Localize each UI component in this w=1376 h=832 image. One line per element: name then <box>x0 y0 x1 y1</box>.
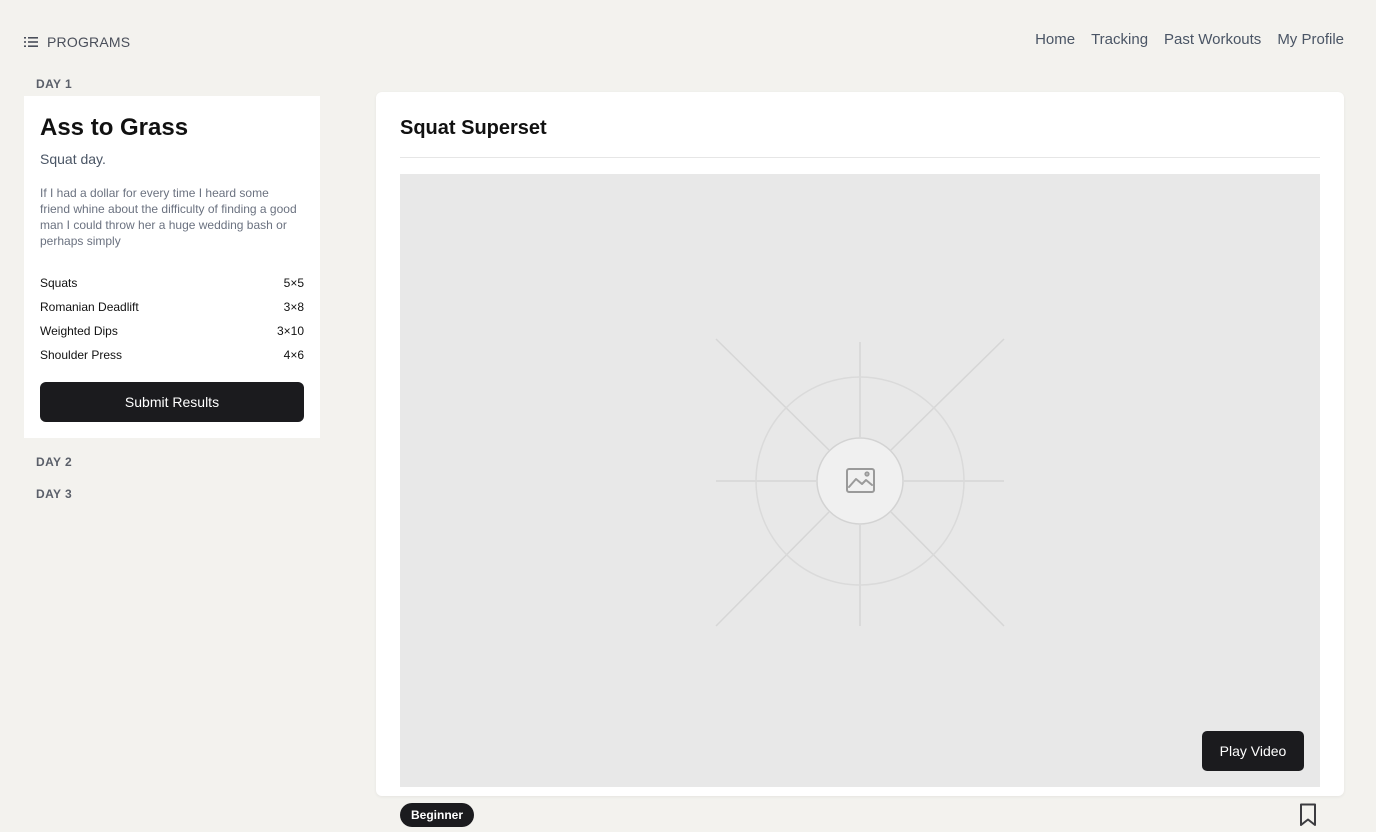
exercise-detail-card: Squat Superset Play Video <box>376 92 1344 796</box>
main-nav: Home Tracking Past Workouts My Profile <box>1035 31 1344 48</box>
exercise-row: Romanian Deadlift 3×8 <box>40 295 304 319</box>
list-icon <box>24 36 38 48</box>
programs-label: PROGRAMS <box>47 34 131 50</box>
nav-tracking[interactable]: Tracking <box>1091 31 1148 48</box>
exercise-sets: 3×10 <box>276 324 304 338</box>
exercise-sets: 5×5 <box>283 276 304 290</box>
exercise-sets: 4×6 <box>283 348 304 362</box>
play-video-button[interactable]: Play Video <box>1202 731 1304 771</box>
exercise-title: Squat Superset <box>400 117 547 139</box>
nav-home[interactable]: Home <box>1035 31 1075 48</box>
divider <box>400 157 1320 158</box>
image-placeholder-icon <box>715 338 1005 627</box>
day-description: If I had a dollar for every time I heard… <box>40 186 297 248</box>
day-title: Ass to Grass <box>40 114 189 141</box>
exercise-name: Romanian Deadlift <box>40 300 139 314</box>
submit-results-button[interactable]: Submit Results <box>40 382 304 422</box>
nav-past-workouts[interactable]: Past Workouts <box>1164 31 1261 48</box>
day-2-label[interactable]: DAY 2 <box>36 455 72 469</box>
day-1-card: Ass to Grass Squat day. If I had a dolla… <box>24 96 320 438</box>
day-1-label[interactable]: DAY 1 <box>36 77 72 91</box>
top-bar: PROGRAMS Home Tracking Past Workouts My … <box>0 0 1376 84</box>
day-3-label[interactable]: DAY 3 <box>36 487 72 501</box>
programs-menu-button[interactable]: PROGRAMS <box>24 33 130 51</box>
exercise-name: Squats <box>40 276 78 290</box>
level-badge: Beginner <box>400 803 475 827</box>
exercise-row: Weighted Dips 3×10 <box>40 319 304 343</box>
exercise-row: Squats 5×5 <box>40 271 304 295</box>
exercise-list: Squats 5×5 Romanian Deadlift 3×8 Weighte… <box>40 271 304 367</box>
exercise-name: Shoulder Press <box>40 348 123 362</box>
nav-my-profile[interactable]: My Profile <box>1277 31 1344 48</box>
day-subtitle: Squat day. <box>40 151 106 167</box>
video-player[interactable]: Play Video <box>400 174 1320 787</box>
exercise-row: Shoulder Press 4×6 <box>40 343 304 367</box>
exercise-sets: 3×8 <box>283 300 304 314</box>
exercise-name: Weighted Dips <box>40 324 118 338</box>
